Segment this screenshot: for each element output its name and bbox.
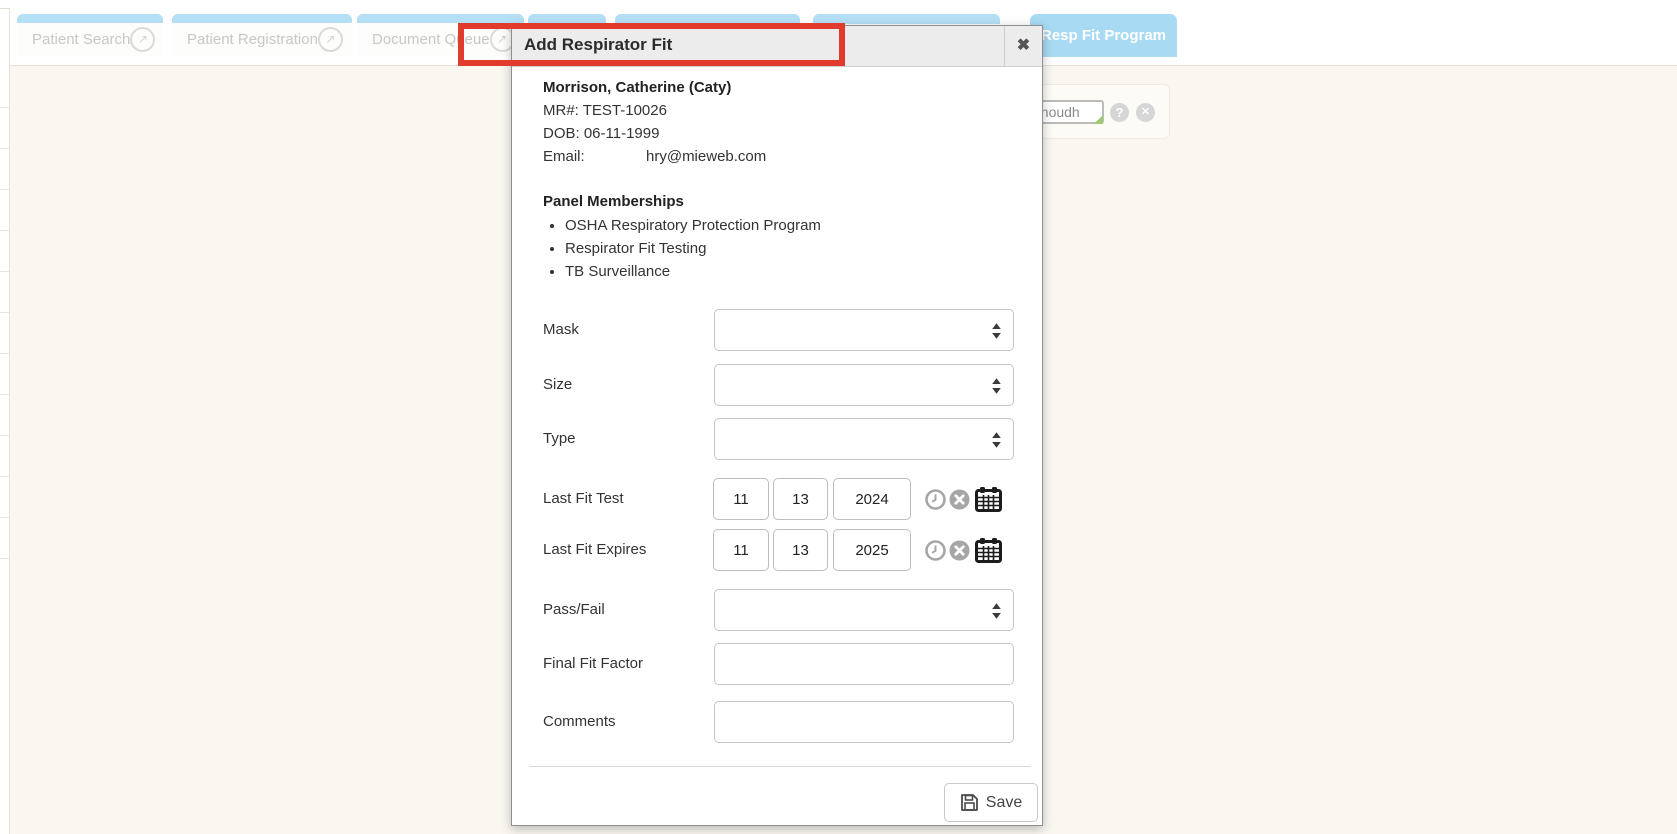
last-fit-expires-month[interactable] <box>713 529 769 571</box>
dialog-header: Add Respirator Fit ✖ <box>512 26 1042 67</box>
tab-label: Resp Fit Program <box>1041 27 1166 44</box>
save-button[interactable]: Save <box>944 783 1038 822</box>
type-label: Type <box>543 430 576 447</box>
popout-icon[interactable]: ↗ <box>318 27 343 52</box>
last-fit-test-day[interactable] <box>773 478 828 520</box>
patient-name: Morrison, Catherine (Caty) <box>543 76 766 99</box>
size-select[interactable] <box>714 364 1014 406</box>
tab-strip <box>17 14 163 23</box>
tab-label: Document Queue <box>357 31 490 48</box>
clear-icon[interactable]: ✕ <box>1136 103 1155 122</box>
comments-label: Comments <box>543 713 616 730</box>
patient-dob: DOB: 06-11-1999 <box>543 122 766 145</box>
membership-item: TB Surveillance <box>565 260 821 283</box>
select-arrows-icon <box>991 602 1002 620</box>
time-icon[interactable] <box>925 489 946 510</box>
tab-patient-search[interactable]: Patient Search ↗ <box>17 14 163 56</box>
app-screen: Patient Search ↗ Patient Registration ↗ … <box>0 0 1677 834</box>
dialog-title: Add Respirator Fit <box>524 35 672 55</box>
clear-date-icon[interactable] <box>949 540 970 561</box>
hidden-tab-strip <box>813 14 1000 24</box>
close-icon[interactable]: ✖ <box>1004 26 1042 66</box>
last-fit-test-label: Last Fit Test <box>543 490 624 507</box>
popout-icon[interactable]: ↗ <box>130 27 155 52</box>
tab-resp-fit-program[interactable]: Resp Fit Program <box>1030 14 1177 57</box>
patient-email-row: Email:hry@mieweb.com <box>543 145 766 168</box>
last-fit-expires-label: Last Fit Expires <box>543 541 646 558</box>
patient-info: Morrison, Catherine (Caty) MR#: TEST-100… <box>543 76 766 168</box>
add-respirator-fit-dialog: Add Respirator Fit ✖ Morrison, Catherine… <box>511 25 1043 826</box>
time-icon[interactable] <box>925 540 946 561</box>
tab-strip <box>172 14 352 23</box>
help-icon[interactable]: ? <box>1110 103 1129 122</box>
pass-fail-label: Pass/Fail <box>543 601 605 618</box>
hidden-tab-strip <box>528 14 606 24</box>
tab-document-queue[interactable]: Document Queue ↗ <box>357 14 524 56</box>
save-disk-icon <box>960 793 979 812</box>
resize-handle[interactable] <box>1094 115 1103 124</box>
patient-mr: MR#: TEST-10026 <box>543 99 766 122</box>
type-select[interactable] <box>714 418 1014 460</box>
calendar-icon[interactable] <box>975 486 1002 512</box>
select-arrows-icon <box>991 431 1002 449</box>
hidden-tab-strip <box>615 14 800 24</box>
last-fit-test-year[interactable] <box>833 478 911 520</box>
select-arrows-icon <box>991 377 1002 395</box>
final-fit-factor-input[interactable] <box>714 643 1014 685</box>
calendar-icon[interactable] <box>975 537 1002 563</box>
size-label: Size <box>543 376 572 393</box>
clear-date-icon[interactable] <box>949 489 970 510</box>
last-fit-test-month[interactable] <box>713 478 769 520</box>
tab-strip <box>357 14 524 23</box>
select-arrows-icon <box>991 322 1002 340</box>
left-rail-cells <box>0 67 9 561</box>
pass-fail-select[interactable] <box>714 589 1014 631</box>
comments-input[interactable] <box>714 701 1014 743</box>
tab-label: Patient Registration <box>172 31 318 48</box>
panel-memberships-heading: Panel Memberships <box>543 190 821 213</box>
mask-label: Mask <box>543 321 579 338</box>
mask-select[interactable] <box>714 309 1014 351</box>
footer-divider <box>529 766 1031 767</box>
last-fit-expires-year[interactable] <box>833 529 911 571</box>
membership-item: Respirator Fit Testing <box>565 237 821 260</box>
last-fit-expires-day[interactable] <box>773 529 828 571</box>
membership-item: OSHA Respiratory Protection Program <box>565 214 821 237</box>
final-fit-factor-label: Final Fit Factor <box>543 655 643 672</box>
save-button-label: Save <box>986 794 1022 812</box>
email-value: hry@mieweb.com <box>646 148 766 165</box>
left-sidebar-rail <box>0 8 10 834</box>
tab-patient-registration[interactable]: Patient Registration ↗ <box>172 14 352 56</box>
email-label: Email: <box>543 145 646 168</box>
panel-memberships: Panel Memberships OSHA Respiratory Prote… <box>543 190 821 283</box>
tab-label: Patient Search <box>17 31 130 48</box>
